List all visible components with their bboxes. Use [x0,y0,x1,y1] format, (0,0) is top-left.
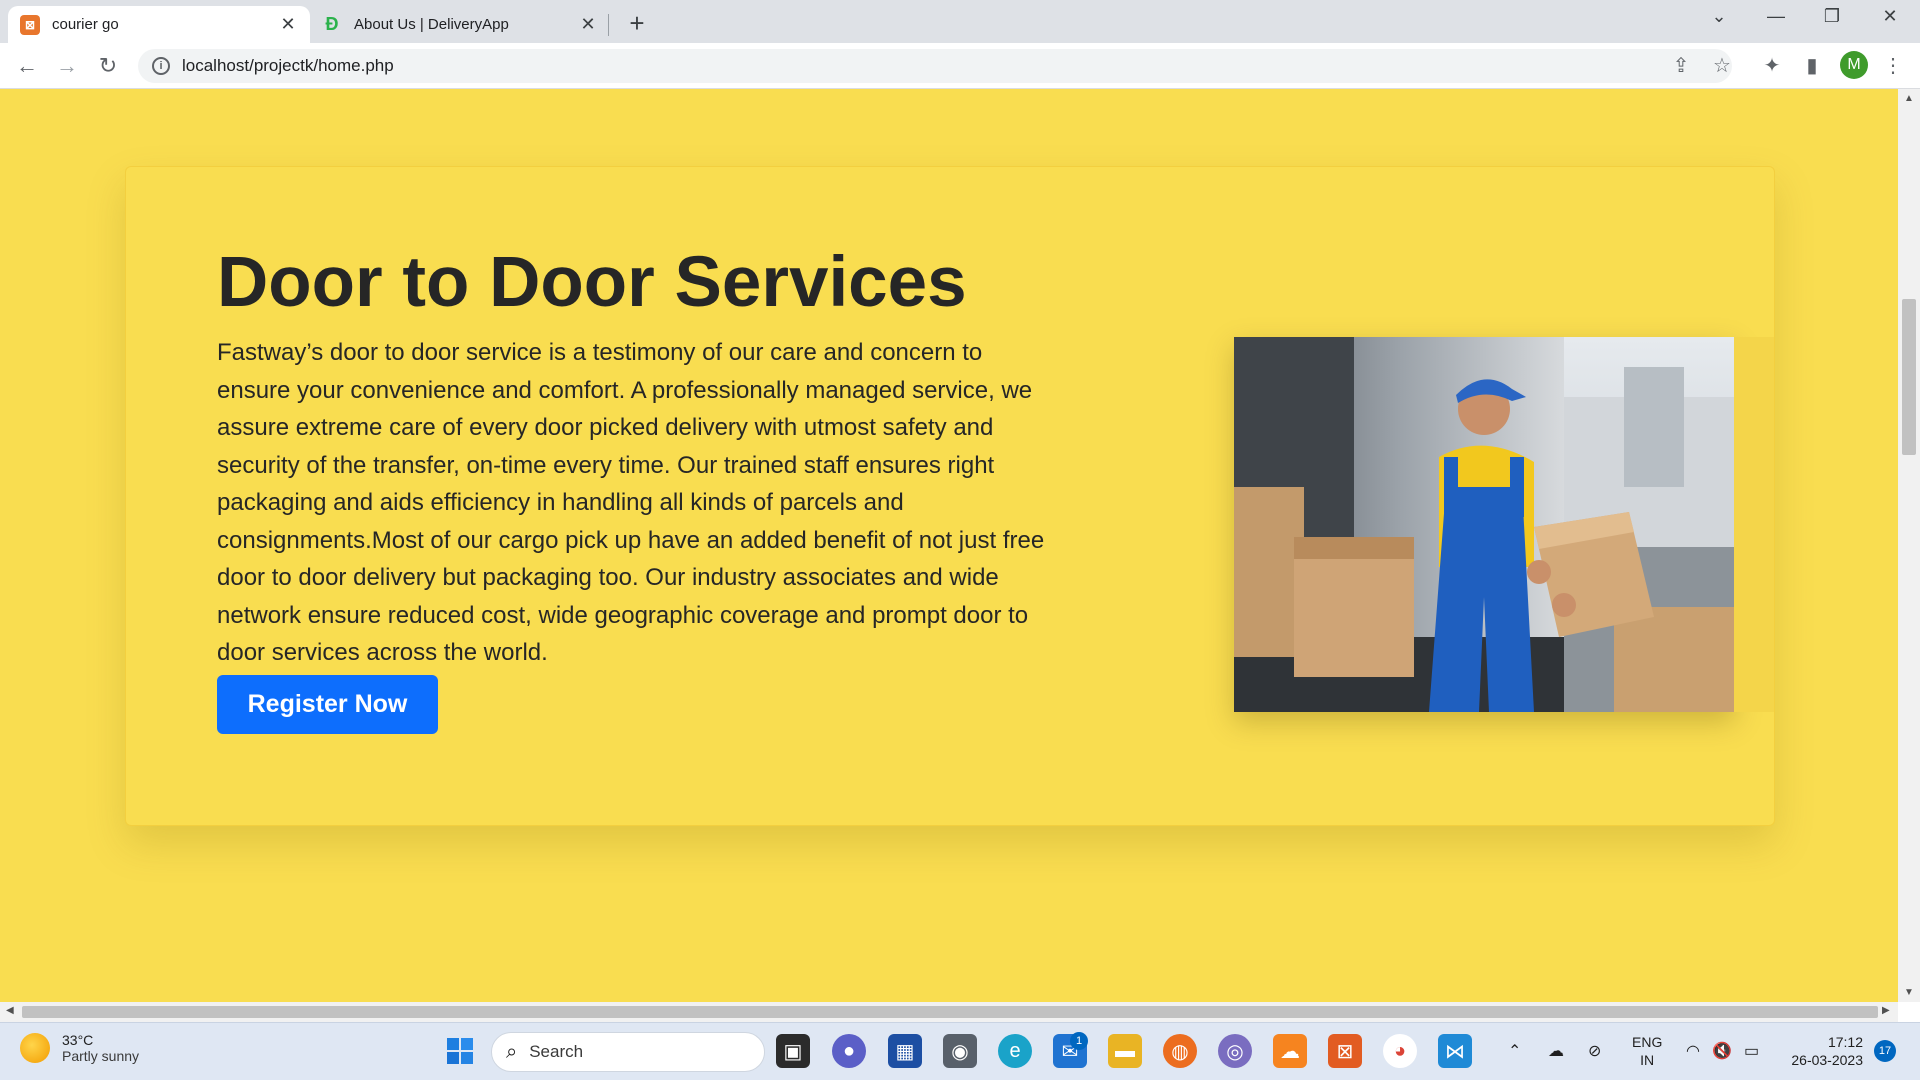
onedrive-cloud-icon[interactable]: ☁ [1548,1041,1564,1061]
tab-courier-go[interactable]: ⊠ courier go ✕ [8,6,310,43]
site-info-icon[interactable]: i [152,57,170,75]
tab-separator [608,14,609,36]
file-explorer-icon[interactable]: ▬ [1108,1034,1142,1068]
system-clock[interactable]: 17:12 26-03-2023 [1778,1033,1863,1069]
scroll-left-arrow-icon[interactable]: ◀ [6,1005,14,1016]
extensions-puzzle-icon[interactable]: ✦ [1759,53,1785,78]
xampp-icon[interactable]: ⊠ [1328,1034,1362,1068]
menu-kebab-icon[interactable]: ⋮ [1880,53,1906,78]
language-indicator[interactable]: ENG IN [1632,1033,1662,1069]
tab-search-chevron-icon[interactable]: ⌄ [1699,6,1739,27]
chat-icon[interactable]: ● [832,1034,866,1068]
windows-start-icon[interactable] [443,1034,477,1068]
tor-browser-icon[interactable]: ◎ [1218,1034,1252,1068]
clock-time: 17:12 [1827,1034,1863,1050]
minimize-icon[interactable]: — [1756,6,1796,27]
battery-icon[interactable]: ▭ [1744,1041,1759,1061]
page-viewport: Door to Door Services Fastway’s door to … [0,89,1898,1002]
window-close-icon[interactable]: ✕ [1870,6,1910,27]
close-icon[interactable]: ✕ [278,14,298,35]
bookmark-star-icon[interactable]: ☆ [1709,53,1735,78]
register-now-button[interactable]: Register Now [217,675,438,734]
weather-widget[interactable]: 33°C Partly sunny [20,1032,139,1064]
chrome-icon[interactable]: ◕ [1383,1034,1417,1068]
task-view-icon[interactable]: ▣ [776,1034,810,1068]
search-placeholder: Search [529,1042,584,1061]
forward-arrow-icon[interactable]: → [53,52,81,80]
partly-sunny-icon [20,1033,50,1063]
tab-title: About Us | DeliveryApp [354,16,509,33]
service-card: Door to Door Services Fastway’s door to … [125,166,1775,826]
show-hidden-icons-chevron-icon[interactable]: ⌃ [1508,1041,1521,1061]
deliveryapp-favicon-icon: Ð [325,14,339,34]
close-icon[interactable]: ✕ [578,14,598,35]
address-bar[interactable]: i localhost/projectk/home.php [138,49,1732,83]
service-description: Fastway’s door to door service is a test… [217,339,1045,666]
browser-toolbar: ← → ↻ i localhost/projectk/home.php ⇪ ☆ … [0,43,1920,89]
scroll-down-arrow-icon[interactable]: ▼ [1898,987,1920,998]
back-arrow-icon[interactable]: ← [13,52,41,80]
cloudflare-icon[interactable]: ☁ [1273,1034,1307,1068]
side-panel-icon[interactable]: ▮ [1799,53,1825,78]
clock-date: 26-03-2023 [1791,1052,1863,1068]
vertical-scrollbar[interactable]: ▲ ▼ [1898,89,1920,1002]
vertical-scroll-thumb[interactable] [1902,299,1916,455]
image-edge-strip [1734,337,1774,712]
horizontal-scrollbar[interactable]: ◀ ▶ [0,1002,1898,1022]
share-icon[interactable]: ⇪ [1668,53,1694,78]
url-text: localhost/projectk/home.php [182,56,394,75]
horizontal-scroll-thumb[interactable] [22,1006,1878,1018]
reload-icon[interactable]: ↻ [94,52,122,80]
tab-about-us[interactable]: Ð About Us | DeliveryApp ✕ [310,6,610,43]
language-region: IN [1640,1052,1655,1068]
delivery-man-image [1234,337,1734,712]
tab-strip: ⊠ courier go ✕ Ð About Us | DeliveryApp … [0,0,1920,43]
language-code: ENG [1632,1034,1663,1050]
windows-taskbar: 33°C Partly sunny ⌕ Search ▣ ● ▦ ◉ e ✉ 1… [0,1022,1920,1080]
firefox-icon[interactable]: ◍ [1163,1034,1197,1068]
wifi-icon[interactable]: ◠ [1686,1041,1700,1061]
weather-temperature: 33°C [62,1032,94,1048]
camera-icon[interactable]: ◉ [943,1034,977,1068]
scroll-up-arrow-icon[interactable]: ▲ [1898,93,1920,104]
weather-description: Partly sunny [62,1048,140,1064]
vscode-icon[interactable]: ⋈ [1438,1034,1472,1068]
tab-title: courier go [52,16,119,33]
mail-badge: 1 [1070,1032,1088,1050]
cloud-sync-off-icon[interactable]: ⊘ [1588,1041,1601,1061]
speaker-muted-icon[interactable]: 🔇 [1712,1041,1732,1061]
search-icon: ⌕ [506,1040,518,1063]
restore-icon[interactable]: ❐ [1812,6,1852,27]
taskbar-search[interactable]: ⌕ Search [491,1032,765,1072]
edge-browser-icon[interactable]: e [998,1034,1032,1068]
new-tab-plus-icon[interactable]: + [624,8,650,39]
notification-count-badge[interactable]: 17 [1874,1040,1896,1062]
xampp-favicon-icon: ⊠ [20,14,40,35]
microsoft-store-icon[interactable]: ▦ [888,1034,922,1068]
profile-avatar[interactable]: M [1840,51,1868,79]
scroll-right-arrow-icon[interactable]: ▶ [1882,1005,1890,1016]
page-title: Door to Door Services [217,243,967,322]
